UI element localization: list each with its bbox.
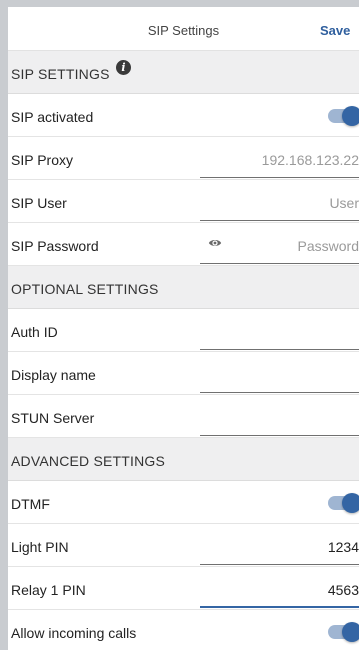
section-optional-settings: OPTIONAL SETTINGS bbox=[8, 266, 359, 309]
sip-proxy-input[interactable]: 192.168.123.22 bbox=[200, 137, 359, 178]
row-label: SIP Proxy bbox=[11, 152, 73, 168]
row-label: STUN Server bbox=[11, 410, 95, 426]
row-display-name: Display name bbox=[8, 352, 359, 395]
row-sip-password: SIP Password Password bbox=[8, 223, 359, 266]
row-label: Auth ID bbox=[11, 324, 58, 340]
toggle-knob bbox=[342, 622, 359, 642]
row-sip-activated: SIP activated bbox=[8, 94, 359, 137]
sip-proxy-value: 192.168.123.22 bbox=[261, 152, 359, 168]
toggle-knob bbox=[342, 493, 359, 513]
sip-activated-toggle[interactable] bbox=[328, 106, 359, 126]
sip-user-placeholder: User bbox=[329, 195, 359, 211]
row-dtmf: DTMF bbox=[8, 481, 359, 524]
incoming-calls-toggle[interactable] bbox=[328, 622, 359, 642]
page-title: SIP Settings bbox=[147, 23, 220, 38]
row-label: Allow incoming calls bbox=[11, 625, 137, 641]
row-sip-user: SIP User User bbox=[8, 180, 359, 223]
light-pin-input[interactable]: 1234 bbox=[200, 524, 359, 565]
stun-server-input[interactable] bbox=[200, 395, 359, 436]
row-label: SIP User bbox=[11, 195, 67, 211]
relay1-pin-input[interactable]: 4563 bbox=[200, 567, 359, 608]
light-pin-value: 1234 bbox=[327, 539, 359, 555]
settings-screen: SIP Settings Save SIP SETTINGS i SIP act… bbox=[8, 7, 359, 650]
sip-password-placeholder: Password bbox=[297, 238, 359, 254]
row-stun-server: STUN Server bbox=[8, 395, 359, 438]
relay1-pin-value: 4563 bbox=[327, 582, 359, 598]
row-allow-incoming-calls: Allow incoming calls bbox=[8, 610, 359, 650]
row-light-pin: Light PIN 1234 bbox=[8, 524, 359, 567]
dtmf-toggle[interactable] bbox=[328, 493, 359, 513]
section-sip-settings: SIP SETTINGS i bbox=[8, 51, 359, 94]
section-label: ADVANCED SETTINGS bbox=[11, 453, 166, 469]
section-advanced-settings: ADVANCED SETTINGS bbox=[8, 438, 359, 481]
toggle-knob bbox=[342, 106, 359, 126]
row-label: Light PIN bbox=[11, 539, 69, 555]
sip-user-input[interactable]: User bbox=[200, 180, 359, 221]
sip-password-input[interactable]: Password bbox=[200, 223, 359, 264]
row-auth-id: Auth ID bbox=[8, 309, 359, 352]
row-label: SIP activated bbox=[11, 109, 94, 125]
row-sip-proxy: SIP Proxy 192.168.123.22 bbox=[8, 137, 359, 180]
section-label: OPTIONAL SETTINGS bbox=[11, 281, 159, 297]
display-name-input[interactable] bbox=[200, 352, 359, 393]
section-label: SIP SETTINGS bbox=[11, 66, 110, 82]
row-label: Relay 1 PIN bbox=[11, 582, 86, 598]
row-label: DTMF bbox=[11, 496, 50, 512]
top-bar: SIP Settings Save bbox=[8, 7, 359, 51]
save-button[interactable]: Save bbox=[320, 23, 350, 38]
row-label: SIP Password bbox=[11, 238, 99, 254]
row-relay1-pin: Relay 1 PIN 4563 bbox=[8, 567, 359, 610]
row-label: Display name bbox=[11, 367, 96, 383]
info-icon[interactable]: i bbox=[116, 60, 131, 75]
auth-id-input[interactable] bbox=[200, 309, 359, 350]
